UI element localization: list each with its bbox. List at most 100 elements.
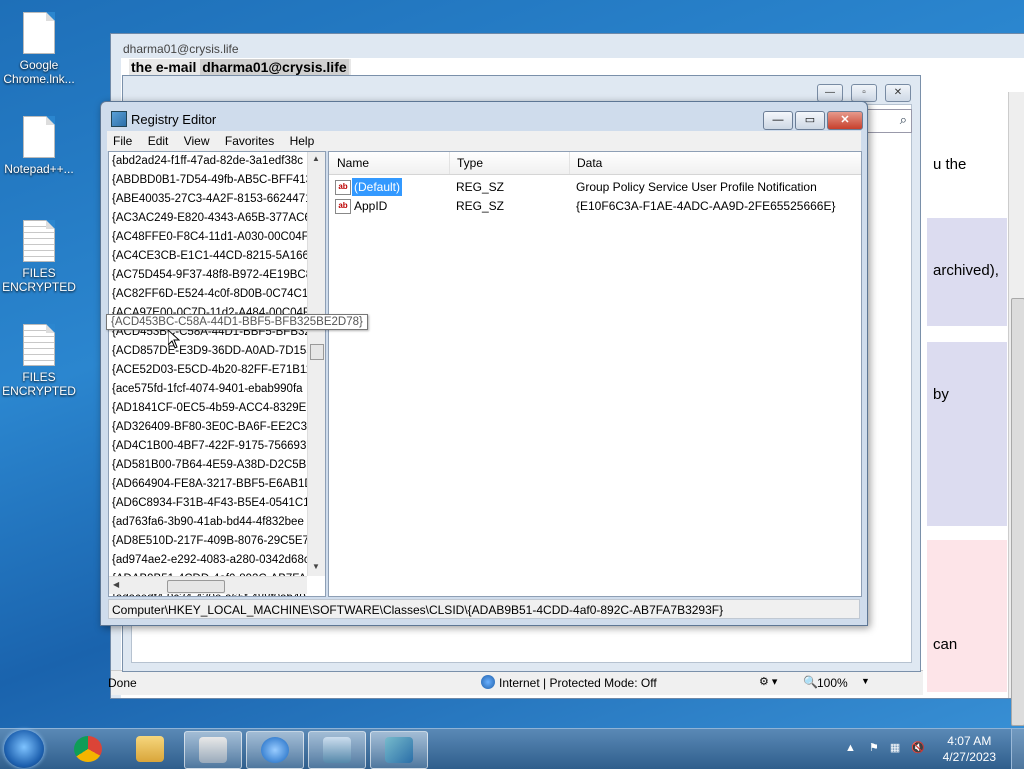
tree-key-item[interactable]: {ABE40035-27C3-4A2F-8153-6624471 xyxy=(109,190,307,209)
tree-horizontal-scrollbar[interactable]: ◀ xyxy=(109,576,307,594)
tree-key-item[interactable]: {AD581B00-7B64-4E59-A38D-D2C5BF xyxy=(109,456,307,475)
taskbar-window[interactable] xyxy=(308,731,366,769)
value-data: Group Policy Service User Profile Notifi… xyxy=(576,180,817,194)
ransom-text-snippet: archived), xyxy=(933,262,999,279)
search-icon[interactable]: ⌕ xyxy=(900,112,907,128)
menu-favorites[interactable]: Favorites xyxy=(219,131,280,148)
flag-icon[interactable]: ⚑ xyxy=(869,742,879,754)
value-type: REG_SZ xyxy=(456,199,505,213)
registry-editor-icon xyxy=(111,111,127,127)
tree-key-item[interactable]: {ABDBD0B1-7D54-49fb-AB5C-BFF413 xyxy=(109,171,307,190)
menu-view[interactable]: View xyxy=(178,131,216,148)
tree-key-item[interactable]: {ace575fd-1fcf-4074-9401-ebab990fa xyxy=(109,380,307,399)
minimize-button[interactable]: — xyxy=(763,111,793,130)
minimize-button[interactable]: — xyxy=(817,84,843,102)
tree-key-item[interactable]: {ad974ae2-e292-4083-a280-0342d68c xyxy=(109,551,307,570)
value-type: REG_SZ xyxy=(456,180,505,194)
info-box-3 xyxy=(927,540,1007,692)
show-desktop-button[interactable] xyxy=(1011,729,1024,769)
maximize-button[interactable]: ▭ xyxy=(795,111,825,130)
tree-key-item[interactable]: {AC75D454-9F37-48f8-B972-4E19BC8 xyxy=(109,266,307,285)
close-button[interactable]: ✕ xyxy=(827,111,863,130)
desktop-icon-notepadpp[interactable]: Notepad++... xyxy=(0,116,78,176)
zoom-icon[interactable]: 🔍 xyxy=(803,675,818,689)
document-icon xyxy=(23,116,55,158)
value-name: (Default) xyxy=(352,178,403,196)
ie-vertical-scrollbar[interactable] xyxy=(1008,92,1024,726)
key-tree-pane[interactable]: {abd2ad24-f1ff-47ad-82de-3a1edf38c {ABDBD… xyxy=(108,151,326,597)
tree-key-item[interactable]: {AD4C1B00-4BF7-422F-9175-756693D xyxy=(109,437,307,456)
tree-key-item[interactable]: {AD6C8934-F31B-4F43-B5E4-0541C14 xyxy=(109,494,307,513)
folder-icon xyxy=(136,736,164,762)
desktop-icon-label: FILES ENCRYPTED xyxy=(2,266,76,294)
menu-file[interactable]: File xyxy=(107,131,138,148)
tree-key-item[interactable]: {abd2ad24-f1ff-47ad-82de-3a1edf38c xyxy=(109,152,307,171)
start-button[interactable] xyxy=(4,730,44,768)
value-data: {E10F6C3A-F1AE-4ADC-AA9D-2FE65525666E} xyxy=(576,199,836,213)
network-icon[interactable]: ▦ xyxy=(890,742,900,754)
settings-dropdown-icon[interactable]: ⚙ ▾ xyxy=(759,675,777,688)
email-line: the e-mail dharma01@crysis.life xyxy=(129,59,351,75)
volume-icon[interactable]: 🔇 xyxy=(911,742,925,754)
ransom-text-snippet: can xyxy=(933,636,958,653)
tree-key-item[interactable]: {AD8E510D-217F-409B-8076-29C5E73 xyxy=(109,532,307,551)
desktop-icon-files-encrypted-1[interactable]: FILES ENCRYPTED xyxy=(0,220,78,294)
string-value-icon: ab xyxy=(335,199,351,214)
ransom-text-snippet: by xyxy=(933,386,949,403)
column-header-name[interactable]: Name xyxy=(329,152,450,174)
taskbar-app[interactable] xyxy=(184,731,242,769)
window-title: Registry Editor xyxy=(131,112,217,127)
scroll-down-arrow-icon[interactable]: ▼ xyxy=(312,562,320,571)
taskbar-explorer[interactable] xyxy=(122,731,178,767)
ie-status-bar: Done Internet | Protected Mode: Off ⚙ ▾ … xyxy=(108,670,923,695)
tree-vertical-scrollbar[interactable]: ▲ ▼ xyxy=(307,152,325,576)
taskbar-chrome[interactable] xyxy=(60,731,116,767)
tree-key-item[interactable]: {ACD857DE-E3D9-36DD-A0AD-7D155 xyxy=(109,342,307,361)
document-icon xyxy=(23,12,55,54)
clock[interactable]: 4:07 AM 4/27/2023 xyxy=(943,733,996,765)
column-header-type[interactable]: Type xyxy=(449,152,570,174)
taskbar-registry-editor[interactable] xyxy=(370,731,428,769)
scroll-left-arrow-icon[interactable]: ◀ xyxy=(113,580,119,589)
tree-key-item[interactable]: {AC82FF6D-E524-4c0f-8D0B-0C74C1I xyxy=(109,285,307,304)
menu-help[interactable]: Help xyxy=(284,131,321,148)
registry-editor-icon xyxy=(385,737,413,763)
scroll-up-arrow-icon[interactable]: ▲ xyxy=(312,154,320,163)
tree-key-item[interactable]: {AD1841CF-0EC5-4b59-ACC4-8329EE xyxy=(109,399,307,418)
tree-key-item[interactable]: {AC3AC249-E820-4343-A65B-377AC6 xyxy=(109,209,307,228)
clock-date: 4/27/2023 xyxy=(942,750,996,764)
values-pane[interactable]: Name Type Data ab (Default) REG_SZ Group… xyxy=(328,151,862,597)
desktop-icon-label: Google Chrome.lnk... xyxy=(3,58,75,86)
desktop-icon-files-encrypted-2[interactable]: FILES ENCRYPTED xyxy=(0,324,78,398)
desktop-icon-chrome-shortcut[interactable]: Google Chrome.lnk... xyxy=(0,12,78,86)
value-row[interactable]: ab AppID REG_SZ {E10F6C3A-F1AE-4ADC-AA9D… xyxy=(329,197,861,215)
tree-key-item[interactable]: {AC48FFE0-F8C4-11d1-A030-00C04FI xyxy=(109,228,307,247)
internet-explorer-icon xyxy=(261,737,289,763)
text-file-icon xyxy=(23,220,55,262)
column-header-data[interactable]: Data xyxy=(569,152,861,174)
value-name: AppID xyxy=(354,199,388,213)
desktop-icon-label: Notepad++... xyxy=(4,162,74,176)
menu-edit[interactable]: Edit xyxy=(142,131,175,148)
zoom-level[interactable]: 100% xyxy=(817,676,848,690)
scrollbar-thumb[interactable] xyxy=(1011,298,1024,726)
mouse-cursor-icon xyxy=(167,328,181,352)
tree-key-item[interactable]: {AD664904-FE8A-3217-BBF5-E6AB1D xyxy=(109,475,307,494)
value-row[interactable]: ab (Default) REG_SZ Group Policy Service… xyxy=(329,178,861,196)
close-button[interactable]: ✕ xyxy=(885,84,911,102)
scrollbar-thumb[interactable] xyxy=(310,344,324,360)
registry-editor-window[interactable]: Registry Editor — ▭ ✕ File Edit View Fav… xyxy=(100,101,868,626)
maximize-button[interactable]: ▫ xyxy=(851,84,877,102)
tree-key-item[interactable]: {AD326409-BF80-3E0C-BA6F-EE2C33 xyxy=(109,418,307,437)
system-tray: ▲ ⚑ ▦ 🔇 xyxy=(845,741,925,754)
tray-expand-icon[interactable]: ▲ xyxy=(845,742,856,754)
taskbar-internet-explorer[interactable] xyxy=(246,731,304,769)
scrollbar-thumb[interactable] xyxy=(167,580,225,593)
status-done: Done xyxy=(108,676,137,690)
tree-key-item[interactable]: {ACE52D03-E5CD-4b20-82FF-E71B11 xyxy=(109,361,307,380)
tree-key-item[interactable]: {AC4CE3CB-E1C1-44CD-8215-5A1665 xyxy=(109,247,307,266)
email-address: dharma01@crysis.life xyxy=(200,59,349,75)
string-value-icon: ab xyxy=(335,180,351,195)
zoom-dropdown-icon[interactable]: ▼ xyxy=(861,676,870,686)
tree-key-item[interactable]: {ad763fa6-3b90-41ab-bd44-4f832bee xyxy=(109,513,307,532)
